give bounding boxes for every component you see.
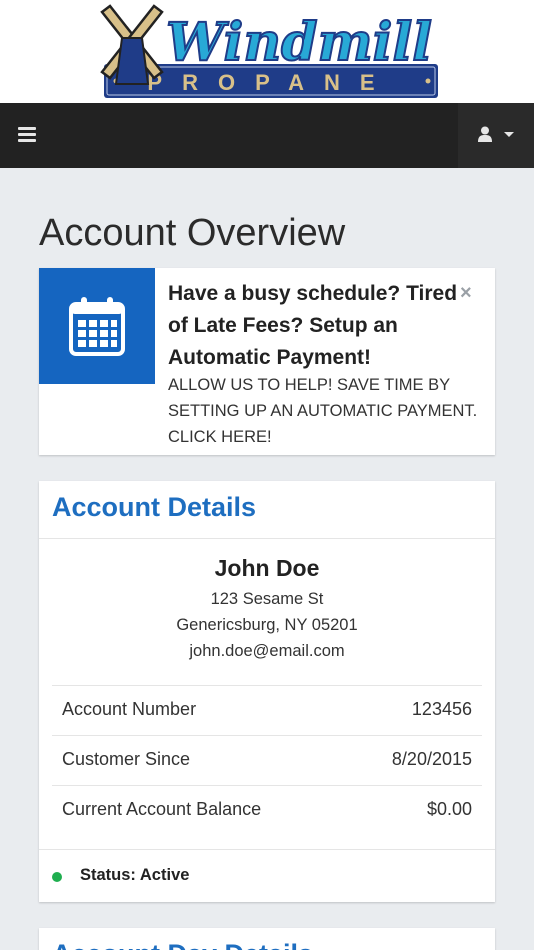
next-card-partial: Account Day Details [39, 928, 495, 950]
caret-down-icon [504, 132, 514, 137]
status-dot-icon [52, 872, 62, 882]
hamburger-menu-icon[interactable] [18, 127, 36, 143]
page-title: Account Overview [39, 212, 346, 254]
customer-name: John Doe [214, 555, 320, 581]
detail-row-balance: Current Account Balance $0.00 [52, 785, 482, 835]
row-label: Customer Since [62, 749, 191, 769]
row-value: $0.00 [426, 799, 472, 819]
detail-row-customer-since: Customer Since 8/20/2015 [52, 735, 482, 785]
top-navbar [0, 103, 534, 168]
user-menu-button[interactable] [458, 103, 534, 168]
svg-text:Windmill: Windmill [166, 12, 432, 73]
calendar-icon [69, 297, 125, 356]
customer-email: john.doe@email.com [189, 642, 345, 660]
close-icon[interactable]: × [460, 280, 472, 306]
card-title: Account Details [52, 492, 257, 522]
promo-subtext[interactable]: ALLOW US TO HELP! SAVE TIME BY SETTING U… [168, 372, 478, 450]
header-logo-bar: PROPANE Windmill [0, 0, 534, 103]
promo-heading[interactable]: Have a busy schedule? Tired of Late Fees… [168, 278, 458, 374]
divider [39, 849, 495, 850]
svg-text:PROPANE: PROPANE [147, 70, 394, 95]
address-line-2: Genericsburg, NY 05201 [176, 616, 358, 634]
status-badge: Status: Active [80, 866, 190, 884]
autopay-promo-banner[interactable]: Have a busy schedule? Tired of Late Fees… [39, 268, 495, 455]
card-title: Account Day Details [52, 939, 313, 950]
detail-row-account-number: Account Number 123456 [52, 685, 482, 735]
card-header: Account Details [39, 481, 495, 539]
row-value: 8/20/2015 [391, 749, 472, 769]
row-value: 123456 [411, 699, 472, 719]
row-label: Current Account Balance [62, 799, 262, 819]
row-label: Account Number [62, 699, 197, 719]
windmill-propane-logo[interactable]: PROPANE Windmill [94, 4, 440, 100]
user-icon [478, 126, 492, 142]
promo-icon-box [39, 268, 155, 384]
account-details-card: Account Details John Doe 123 Sesame St G… [39, 481, 495, 902]
address-line-1: 123 Sesame St [210, 590, 324, 608]
